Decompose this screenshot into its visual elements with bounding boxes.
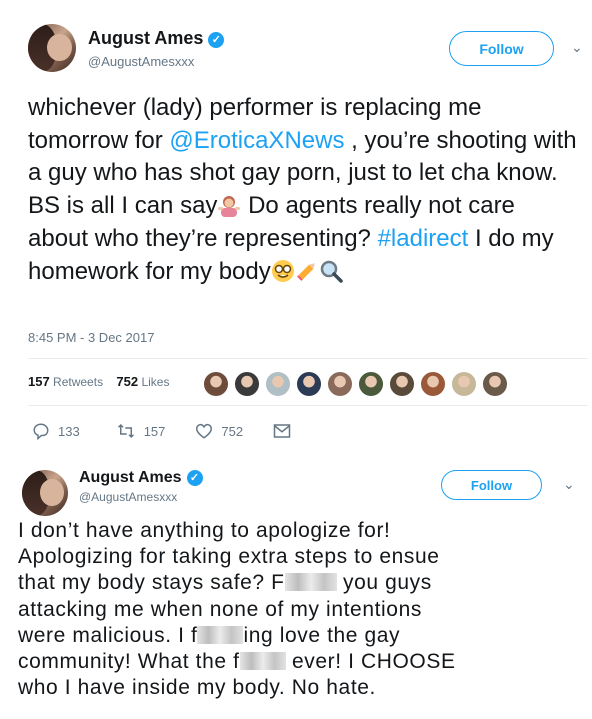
chevron-down-icon[interactable]: ⌄: [563, 476, 575, 493]
retweet-button[interactable]: 157: [116, 422, 165, 440]
liker-avatar[interactable]: [358, 371, 384, 397]
liker-avatar[interactable]: [327, 371, 353, 397]
verified-badge-icon: ✓: [208, 32, 225, 48]
verified-badge-icon: ✓: [186, 470, 203, 486]
liker-avatars: [203, 371, 513, 397]
censored-word: [197, 625, 244, 644]
liker-avatar[interactable]: [482, 371, 508, 397]
display-name[interactable]: August Ames ✓: [79, 469, 203, 487]
username[interactable]: @AugustAmesxxx: [79, 490, 177, 504]
divider: [28, 405, 588, 406]
liker-avatar[interactable]: [451, 371, 477, 397]
follow-button[interactable]: Follow: [449, 31, 554, 66]
message-button[interactable]: [273, 422, 299, 440]
liker-avatar[interactable]: [296, 371, 322, 397]
follow-button[interactable]: Follow: [441, 470, 542, 500]
retweet-icon: [117, 423, 134, 439]
tweet-card-1: August Ames ✓ @AugustAmesxxx Follow ⌄ whi…: [0, 0, 592, 462]
liker-avatar[interactable]: [389, 371, 415, 397]
tweet-text: whichever (lady) performer is replacing …: [28, 94, 577, 285]
like-button[interactable]: 752: [195, 422, 243, 440]
tweet-actions: 133 157 752: [32, 422, 329, 440]
censored-word: [239, 652, 286, 671]
envelope-icon: [273, 424, 291, 438]
avatar[interactable]: [22, 470, 68, 516]
liker-avatar[interactable]: [203, 371, 229, 397]
pencil-emoji-icon: [295, 259, 319, 283]
divider: [28, 358, 588, 359]
username[interactable]: @AugustAmesxxx: [88, 54, 194, 69]
tweet-stats: 157 Retweets 752 Likes: [28, 374, 169, 389]
avatar[interactable]: [28, 24, 76, 72]
retweets-stat[interactable]: 157 Retweets: [28, 374, 103, 389]
liker-avatar[interactable]: [234, 371, 260, 397]
mention-link[interactable]: @EroticaXNews: [169, 127, 344, 154]
tweet-text: I don’t have anything to apologize for! …: [18, 519, 456, 700]
tweet-timestamp[interactable]: 8:45 PM - 3 Dec 2017: [28, 330, 154, 345]
display-name[interactable]: August Ames ✓: [88, 28, 225, 49]
woman-shrugging-emoji-icon: [217, 193, 241, 218]
censored-word: [284, 573, 337, 592]
nerd-face-emoji-icon: [271, 259, 295, 283]
heart-icon: [196, 423, 213, 439]
reply-icon: [33, 423, 49, 440]
reply-button[interactable]: 133: [32, 422, 80, 440]
liker-avatar[interactable]: [265, 371, 291, 397]
liker-avatar[interactable]: [420, 371, 446, 397]
magnifying-glass-emoji-icon: [319, 259, 343, 283]
hashtag-link[interactable]: #ladirect: [378, 225, 469, 252]
likes-stat[interactable]: 752 Likes: [116, 374, 169, 389]
chevron-down-icon[interactable]: ⌄: [571, 39, 583, 56]
